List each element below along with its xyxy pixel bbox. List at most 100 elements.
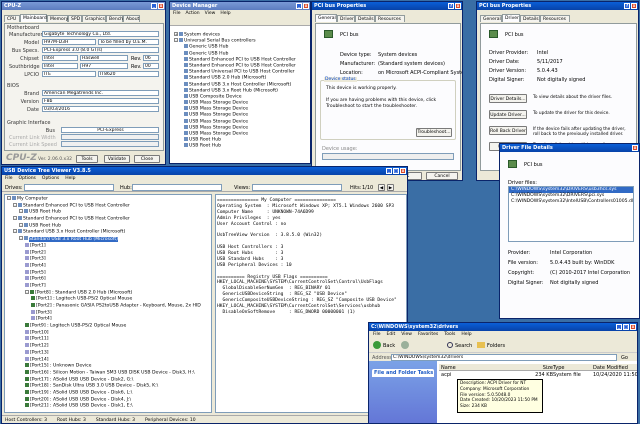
tab-cpu[interactable]: CPU (4, 15, 20, 22)
usb-tree-item[interactable]: [Port17] : ASolid USB USB Device - Disk2… (7, 376, 209, 384)
expand-toggle-icon[interactable]: - (25, 289, 29, 294)
column-header[interactable]: Type (553, 365, 593, 371)
prev-hit-button[interactable]: ◀ (378, 184, 385, 191)
device-usage-select[interactable] (322, 153, 454, 160)
menu-item[interactable]: Favorites (418, 331, 438, 338)
drives-select[interactable] (24, 184, 114, 191)
help-button[interactable]: ? (448, 3, 454, 9)
tab-details[interactable]: Details (520, 15, 540, 22)
usb-tree-item[interactable]: [Port9] : Logitech USB-PS/2 Optical Mous… (7, 323, 209, 330)
driver-action-button[interactable]: Driver Details... (489, 94, 527, 103)
tab-driver[interactable]: Driver (502, 14, 520, 22)
usb-tree-item[interactable]: [Port2] : Panasonic GASIA PS2toUSB Adapt… (7, 303, 209, 310)
close-button[interactable]: x (455, 3, 461, 9)
forward-icon[interactable] (401, 341, 409, 349)
usb-tree-item[interactable]: [Port21] : ASolid USB USB Device - Disk1… (7, 403, 209, 410)
driver-action-button[interactable]: Roll Back Driver (489, 126, 527, 135)
dfd-titlebar[interactable]: Driver File Details x (500, 144, 639, 152)
file-folder-tasks-header[interactable]: File and Folder Tasks (372, 369, 434, 377)
expand-toggle-icon[interactable]: - (19, 236, 23, 241)
usb-tree-item[interactable]: [Port13] (7, 349, 209, 357)
validate-button[interactable]: Validate (104, 155, 130, 163)
driver-files-list[interactable]: C:\WINDOWS\system32\DRIVERS\usb3hcs.sys C… (508, 186, 634, 242)
folders-icon[interactable] (477, 342, 485, 348)
usb-tree-item[interactable]: [Port4] (7, 316, 209, 323)
cpuz-titlebar[interactable]: CPU-Z _ x (2, 2, 165, 10)
menu-item[interactable]: Action (186, 10, 200, 17)
tab-general[interactable]: General (480, 15, 502, 22)
pci1-titlebar[interactable]: PCI bus Properties ? x (312, 2, 462, 10)
minimize-button[interactable]: _ (296, 3, 302, 9)
tab-resources[interactable]: Resources (540, 15, 570, 22)
usb-tree-item[interactable]: [Port10] (7, 329, 209, 337)
column-header[interactable]: Name (441, 365, 531, 371)
menu-item[interactable]: Help (461, 331, 471, 338)
close-button[interactable]: x (631, 3, 637, 9)
usb-tree-item[interactable]: - USB Root Hub (7, 222, 209, 230)
back-button-label[interactable]: Back (383, 343, 395, 349)
expand-toggle-icon[interactable]: - (13, 216, 17, 221)
usb-tree-item[interactable]: [Port18] : SanDisk Ultra USB 3.0 USB Dev… (7, 383, 209, 390)
folders-button-label[interactable]: Folders (487, 343, 505, 349)
maximize-button[interactable]: □ (393, 168, 399, 174)
menu-item[interactable]: Help (220, 10, 230, 17)
usb-tree-item[interactable]: [Port1] (7, 242, 209, 250)
expand-toggle-icon[interactable]: - (174, 38, 178, 43)
usb-tree-item[interactable]: [Port3] (7, 256, 209, 263)
devmgr-titlebar[interactable]: Device Manager _ x (170, 2, 310, 10)
hub-select[interactable] (132, 184, 222, 191)
close-button[interactable]: x (400, 168, 406, 174)
search-icon[interactable] (447, 342, 453, 348)
menu-item[interactable]: Options (42, 175, 59, 182)
usb-tree-item[interactable]: [Port2] (7, 249, 209, 257)
expand-toggle-icon[interactable]: - (13, 202, 17, 207)
menu-item[interactable]: File (373, 331, 381, 338)
tab-general[interactable]: General (315, 14, 337, 22)
help-button[interactable]: ? (624, 3, 630, 9)
usb-tree-item[interactable]: [Port20] : ASolid USB USB Device - Disk4… (7, 396, 209, 404)
tab-about[interactable]: About (123, 15, 140, 22)
usb-tree-item[interactable]: - USB Root Hub (7, 209, 209, 216)
expand-toggle-icon[interactable]: - (19, 209, 23, 214)
views-select[interactable] (252, 184, 342, 191)
menu-item[interactable]: View (205, 10, 216, 17)
menu-item[interactable]: Help (65, 175, 75, 182)
tab-graphics[interactable]: Graphics (82, 15, 106, 22)
menu-item[interactable]: Options (19, 175, 36, 182)
usb-tree-item[interactable]: [Port16] : Silicon Motion - Taiwan SM3 U… (7, 369, 209, 377)
driver-file-item[interactable]: C:\WINDOWS\system32\IntelUSB\Controllers… (509, 199, 633, 205)
file-row[interactable]: acpi 234 KBSystem file 10/24/2020 11:50 AM (439, 372, 637, 378)
usb-tree-item[interactable]: [Port1] : Logitech USB-PS/2 Optical Mous… (7, 296, 209, 303)
explorer-titlebar[interactable]: C:\WINDOWS\system32\drivers _ □ x (369, 323, 637, 331)
expand-toggle-icon[interactable]: - (19, 222, 23, 227)
tab-details[interactable]: Details (355, 15, 375, 22)
menu-item[interactable]: Edit (387, 331, 396, 338)
menu-item[interactable]: View (401, 331, 412, 338)
usb-tree-item[interactable]: [Port19] : ASolid USB USB Device - Disk6… (7, 389, 209, 397)
close-button[interactable]: x (630, 324, 636, 330)
expand-toggle-icon[interactable]: - (13, 229, 17, 234)
menu-item[interactable]: File (173, 10, 181, 17)
usb-tree-item[interactable]: [Port3] (7, 309, 209, 317)
close-button[interactable]: Close (134, 155, 160, 163)
close-button[interactable]: x (158, 3, 164, 9)
tab-mainboard[interactable]: Mainboard (20, 14, 47, 22)
minimize-button[interactable]: _ (616, 324, 622, 330)
menu-item[interactable]: Tools (444, 331, 455, 338)
tab-resources[interactable]: Resources (375, 15, 405, 22)
back-icon[interactable] (373, 341, 381, 349)
usb-device-tree[interactable]: - My Computer - Standard Enhanced PCI to US… (4, 194, 212, 413)
cancel-button[interactable]: Cancel (426, 172, 458, 180)
usb-tree-item[interactable]: [Port11] (7, 336, 209, 343)
usb-tree-item[interactable]: - [Port8] : Standard USB 2.0 Hub (Microso… (7, 289, 209, 297)
search-button-label[interactable]: Search (455, 343, 472, 349)
expand-toggle-icon[interactable]: - (7, 196, 11, 200)
usb-tree-item[interactable]: - Standard USB 3.x Host Controller (Micro… (7, 229, 209, 236)
pci2-titlebar[interactable]: PCI bus Properties ? x (477, 2, 638, 10)
usb-tree-item[interactable]: [Port7] (7, 282, 209, 290)
usb-tree-item[interactable]: [Port14] (7, 356, 209, 364)
tab-bench[interactable]: Bench (106, 15, 123, 22)
tab-memory[interactable]: Memory (47, 15, 68, 22)
expand-toggle-icon[interactable]: + (174, 32, 178, 36)
usb-tree-item[interactable]: - Standard Enhanced PCI to USB Host Contr… (7, 216, 209, 223)
